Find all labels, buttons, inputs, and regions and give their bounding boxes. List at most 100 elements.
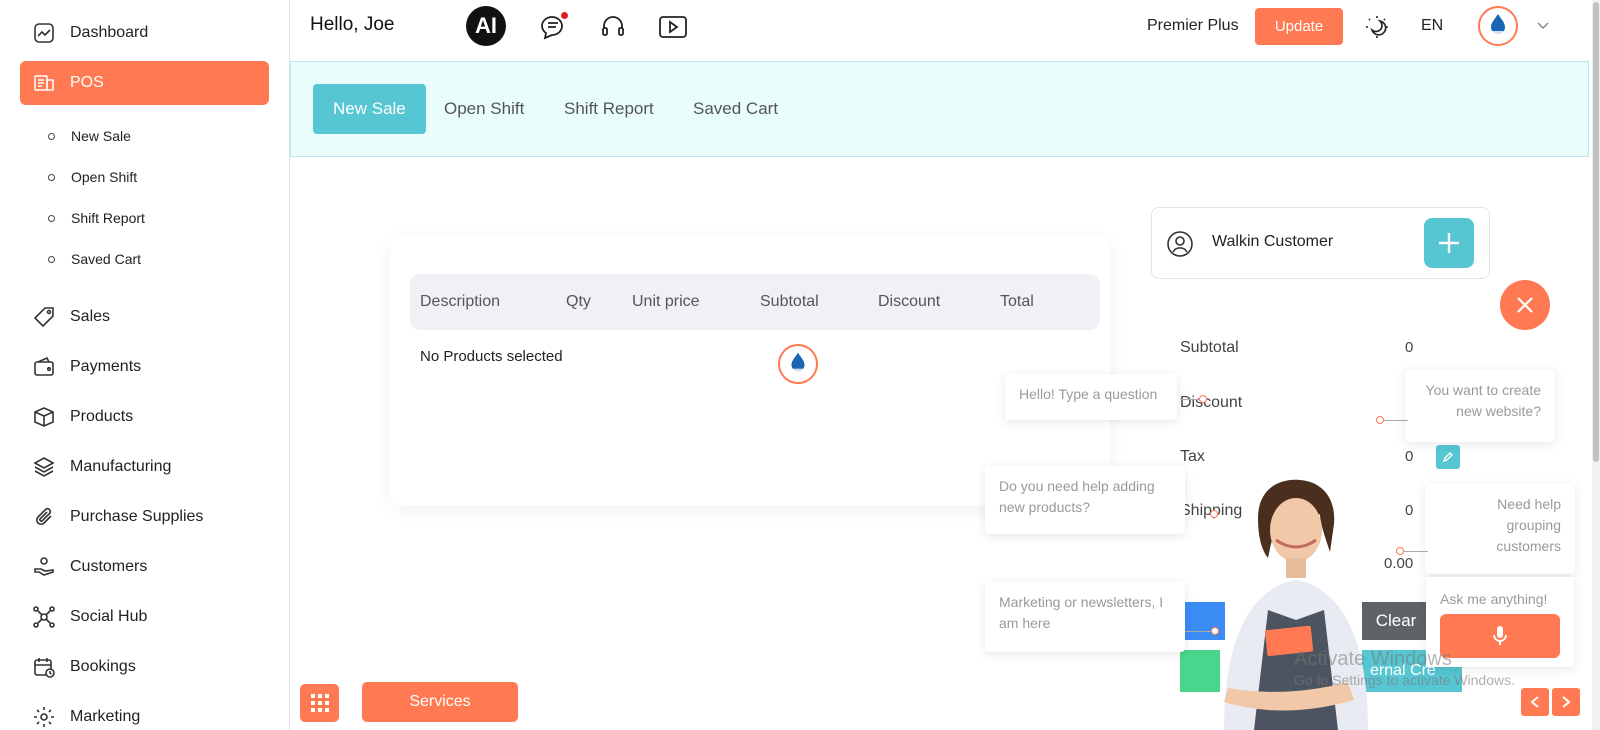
customer-selector[interactable]: Walkin Customer [1151, 207, 1490, 279]
microphone-button[interactable] [1440, 614, 1560, 658]
dashboard-icon [32, 21, 56, 45]
sidebar-item-manufacturing[interactable]: Manufacturing [20, 445, 269, 489]
headset-icon[interactable] [598, 12, 628, 42]
bullet-icon [48, 173, 55, 181]
video-icon[interactable] [658, 12, 688, 42]
connector-line [1400, 551, 1428, 552]
greeting: Hello, Joe [310, 14, 395, 35]
subtotal-value: 0 [1405, 339, 1414, 356]
chat-suggestion-bubble[interactable]: Hello! Type a question [1005, 374, 1177, 420]
chevron-right-icon [1562, 696, 1571, 708]
topbar: Hello, Joe AI Premier Plus Update EN [290, 0, 1600, 60]
column-header: Qty [566, 293, 591, 310]
sidebar-item-customers[interactable]: Customers [20, 545, 269, 589]
sidebar-item-purchase-supplies[interactable]: Purchase Supplies [20, 495, 269, 539]
sidebar-item-label: POS [70, 74, 104, 91]
scrollbar-thumb[interactable] [1593, 2, 1599, 462]
sidebar-item-label: Bookings [70, 658, 136, 675]
tab-shift-report[interactable]: Shift Report [544, 84, 674, 134]
plan-name: Premier Plus [1147, 17, 1239, 34]
sidebar-item-bookings[interactable]: Bookings [20, 645, 269, 689]
tab-saved-cart[interactable]: Saved Cart [673, 84, 798, 134]
services-button[interactable]: Services [362, 682, 518, 722]
sidebar-subitem-label: New Sale [71, 128, 131, 144]
microphone-icon [1493, 626, 1507, 645]
sidebar-subitem-label: Saved Cart [71, 251, 142, 267]
chat-suggestion-bubble[interactable]: Do you need help adding new products? [985, 466, 1185, 534]
brand-logo-icon [1487, 14, 1509, 36]
ai-label: AI [475, 13, 497, 38]
connector-dot [1210, 510, 1218, 518]
add-customer-button[interactable] [1424, 218, 1474, 268]
discount-label: Discount [1180, 394, 1243, 411]
sidebar-item-dashboard[interactable]: Dashboard [20, 11, 269, 55]
close-assistant-button[interactable] [1500, 280, 1550, 330]
tab-open-shift[interactable]: Open Shift [424, 84, 544, 134]
notification-dot [561, 12, 568, 19]
sidebar-item-label: Social Hub [70, 608, 148, 625]
edit-tax-button[interactable] [1436, 445, 1460, 469]
sidebar-item-pos[interactable]: POS [20, 61, 269, 105]
subtotal-label: Subtotal [1180, 339, 1239, 356]
pos-icon [32, 71, 56, 95]
column-header: Subtotal [760, 293, 819, 310]
sidebar-subitem-saved-cart[interactable]: Saved Cart [48, 251, 141, 267]
shipping-value: 0 [1405, 502, 1414, 519]
previous-button[interactable] [1521, 688, 1549, 716]
chat-suggestion-bubble[interactable]: You want to create new website? [1405, 370, 1555, 442]
sidebar-item-label: Customers [70, 558, 148, 575]
column-header: Total [1000, 293, 1034, 310]
sidebar-item-label: Products [70, 408, 134, 425]
sidebar-item-payments[interactable]: Payments [20, 345, 269, 389]
paperclip-icon [32, 505, 56, 529]
sidebar-subitem-label: Shift Report [71, 210, 145, 226]
close-icon [1517, 297, 1533, 313]
column-header: Unit price [632, 293, 700, 310]
layers-icon [32, 455, 56, 479]
sidebar-item-label: Purchase Supplies [70, 508, 204, 525]
pos-tabs: New Sale Open Shift Shift Report Saved C… [290, 61, 1589, 157]
sidebar-item-marketing[interactable]: Marketing [20, 695, 269, 730]
tax-label: Tax [1180, 448, 1205, 465]
theme-toggle-icon[interactable] [1362, 12, 1392, 42]
sidebar-item-label: Marketing [70, 708, 141, 725]
sidebar-item-label: Dashboard [70, 24, 149, 41]
cash-button[interactable] [1180, 650, 1220, 692]
user-icon [1166, 230, 1194, 263]
tab-new-sale[interactable]: New Sale [313, 84, 426, 134]
sidebar-subitem-shift-report[interactable]: Shift Report [48, 210, 145, 226]
chat-suggestion-bubble[interactable]: Marketing or newsletters, I am here [985, 582, 1185, 652]
tag-icon [32, 305, 56, 329]
assistant-avatar-illustration [1218, 478, 1374, 730]
apps-grid-button[interactable] [300, 684, 339, 722]
sidebar-item-label: Payments [70, 358, 142, 375]
update-button[interactable]: Update [1255, 8, 1343, 45]
ai-assistant-button[interactable]: AI [466, 6, 506, 46]
avatar[interactable] [1478, 6, 1518, 46]
brand-logo-icon [778, 344, 818, 384]
sidebar-subitem-open-shift[interactable]: Open Shift [48, 169, 137, 185]
sidebar-subitem-new-sale[interactable]: New Sale [48, 128, 131, 144]
bullet-icon [48, 132, 55, 140]
chevron-left-icon [1530, 696, 1539, 708]
tax-value: 0 [1405, 448, 1414, 465]
box-icon [32, 405, 56, 429]
connector-dot [1376, 416, 1384, 424]
grid-icon [310, 694, 329, 712]
chevron-down-icon[interactable] [1536, 18, 1550, 36]
gear-icon [32, 705, 56, 729]
sidebar-item-social-hub[interactable]: Social Hub [20, 595, 269, 639]
next-button[interactable] [1552, 688, 1580, 716]
chat-icon[interactable] [538, 12, 568, 42]
sidebar-item-sales[interactable]: Sales [20, 295, 269, 339]
chat-suggestion-bubble[interactable]: Need help grouping customers [1425, 484, 1575, 574]
sidebar-item-label: Sales [70, 308, 111, 325]
bullet-icon [48, 214, 55, 222]
connector-line [1380, 420, 1408, 421]
wallet-icon [32, 355, 56, 379]
pos-app: Dashboard POS New Sale Open Shift Shift … [0, 0, 1600, 730]
language-selector[interactable]: EN [1421, 17, 1443, 35]
cart-table-header: Description Qty Unit price Subtotal Disc… [410, 274, 1100, 330]
sidebar-item-products[interactable]: Products [20, 395, 269, 439]
windows-activation-subtext: Go to Settings to activate Windows. [1294, 672, 1515, 688]
